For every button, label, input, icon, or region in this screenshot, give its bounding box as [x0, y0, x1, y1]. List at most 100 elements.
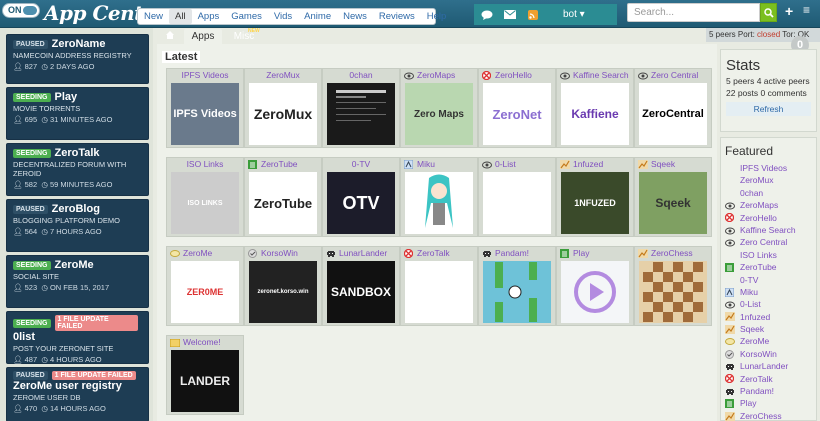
featured-item-zeromux[interactable]: ZeroMux: [725, 174, 816, 186]
app-tile-welcome-[interactable]: Welcome! LANDER: [166, 335, 244, 415]
new-badge: NEW: [248, 28, 260, 34]
featured-item-kaffine-search[interactable]: Kaffine Search: [725, 224, 816, 236]
search-button[interactable]: [760, 3, 777, 22]
featured-item-korsowin[interactable]: KorsoWin: [725, 348, 816, 360]
chart-icon: [725, 312, 735, 322]
featured-item-label: Kaffine Search: [740, 224, 796, 235]
home-tab[interactable]: [158, 29, 182, 44]
featured-item-1nfuzed[interactable]: 1nfuzed: [725, 311, 816, 323]
featured-item-zerohello[interactable]: ZeroHello: [724, 212, 816, 224]
site-description: MOVIE TORRENTS: [13, 104, 81, 113]
app-tile-play[interactable]: Play: [556, 246, 634, 326]
app-tile-ipfs-videos[interactable]: IPFS Videos IPFS Videos: [166, 68, 244, 148]
featured-item-ipfs-videos[interactable]: IPFS Videos: [725, 162, 816, 174]
on-toggle[interactable]: ON: [2, 3, 40, 18]
nav-vids[interactable]: Vids: [268, 9, 298, 24]
app-tile-1nfuzed[interactable]: 1nfuzed 1NFUZED: [556, 157, 634, 237]
app-tile-kaffine-search[interactable]: Kaffine Search Kaffiene: [556, 68, 634, 148]
nav-games[interactable]: Games: [225, 9, 268, 24]
tile-art-label: Kaffiene: [571, 107, 619, 121]
eye-icon: [638, 71, 648, 80]
featured-item-zerotalk[interactable]: ZeroTalk: [724, 373, 816, 385]
chart-icon: [560, 160, 570, 169]
refresh-button[interactable]: Refresh: [726, 102, 811, 116]
app-tile-0-tv[interactable]: 0-TV OTV: [322, 157, 400, 237]
featured-item-iso-links[interactable]: ISO Links: [725, 249, 816, 261]
tile-title-row: LunarLander: [323, 247, 399, 259]
peer-count: 487: [24, 355, 38, 364]
app-tile-0chan[interactable]: 0chan: [322, 68, 400, 148]
featured-item-0-list[interactable]: 0-List: [725, 298, 816, 310]
tile-thumbnail: ISO LINKS: [171, 172, 239, 234]
app-tile-zerome[interactable]: ZeroMe ZER0ME: [166, 246, 244, 326]
nav-help[interactable]: Help: [421, 9, 453, 24]
featured-item-0-tv[interactable]: 0-TV: [725, 274, 816, 286]
featured-item-zerochess[interactable]: ZeroChess: [725, 410, 816, 421]
sidebar-site-zerome-user-registry[interactable]: PAUSED 1 FILE UPDATE FAILED ZeroMe user re…: [6, 367, 149, 421]
featured-item-zero-central[interactable]: Zero Central: [725, 236, 816, 248]
featured-item-zerome[interactable]: ZeroMe: [725, 335, 816, 347]
app-tile-zeromux[interactable]: ZeroMux ZeroMux: [244, 68, 322, 148]
sidebar-site-zerotalk[interactable]: SEEDING ZeroTalk DECENTRALIZED FORUM WITH …: [6, 143, 149, 196]
app-tile-pandam-[interactable]: Pandam!: [478, 246, 556, 326]
sidebar-site-0list[interactable]: SEEDING 1 FILE UPDATE FAILED 0list POST YOU…: [6, 311, 149, 364]
featured-item-label: 0-TV: [740, 274, 759, 285]
menu-icon[interactable]: ≡: [803, 3, 810, 17]
nav-reviews[interactable]: Reviews: [373, 9, 421, 24]
app-tile-0-list[interactable]: 0-List ZERO LIST: [478, 157, 556, 237]
add-icon[interactable]: +: [785, 3, 793, 19]
featured-item-label: ZeroHello: [740, 212, 777, 223]
nav-apps[interactable]: Apps: [192, 9, 226, 24]
search-input[interactable]: Search...: [627, 3, 760, 22]
app-tile-sqeek[interactable]: Sqeek Sqeek: [634, 157, 712, 237]
nav-news[interactable]: News: [337, 9, 373, 24]
app-tile-zerotalk[interactable]: ZeroTalk ZER0 TALK: [400, 246, 478, 326]
app-tile-korsowin[interactable]: KorsoWin zeronet.korso.win: [244, 246, 322, 326]
featured-item-zerotube[interactable]: ZeroTube: [725, 261, 816, 273]
site-meta: 👤︎ 487 ◷ 4 HOURS AGO: [13, 355, 142, 364]
featured-item-play[interactable]: Play: [725, 397, 816, 409]
mail-icon[interactable]: [503, 9, 516, 20]
rss-icon[interactable]: [526, 9, 539, 20]
tile-title-row: 0-List: [479, 158, 555, 170]
tile-title: Miku: [417, 159, 435, 169]
nav-all[interactable]: All: [169, 9, 192, 24]
sidebar-site-zeroname[interactable]: PAUSED ZeroName NAMECOIN ADDRESS REGISTRY 👤…: [6, 34, 149, 84]
status-badge: PAUSED: [13, 371, 48, 380]
list-icon: [560, 249, 569, 258]
user-menu[interactable]: bot ▾: [563, 9, 585, 20]
app-tile-zeromaps[interactable]: ZeroMaps Zero Maps: [400, 68, 478, 148]
featured-item-sqeek[interactable]: Sqeek: [725, 323, 816, 335]
featured-item-zeromaps[interactable]: ZeroMaps: [725, 199, 816, 211]
app-tile-zerotube[interactable]: ZeroTube ZeroTube: [244, 157, 322, 237]
search-icon: [763, 7, 774, 18]
featured-item-miku[interactable]: Miku: [724, 286, 816, 298]
app-tile-zerohello[interactable]: ZeroHello ZeroNet: [478, 68, 556, 148]
app-tile-iso-links[interactable]: ISO Links ISO LINKS: [166, 157, 244, 237]
tile-thumbnail: [405, 172, 473, 234]
tile-title: ZeroTalk: [417, 248, 450, 258]
featured-item-pandam-[interactable]: Pandam!: [725, 385, 816, 397]
sidebar-site-zeroblog[interactable]: PAUSED ZeroBlog BLOGGING PLATFORM DEMO 👤︎ 5…: [6, 199, 149, 252]
tile-thumbnail: Zero Maps: [405, 83, 473, 145]
chat-icon[interactable]: [480, 9, 493, 20]
app-tile-zero-central[interactable]: Zero Central ZeroCentral: [634, 68, 712, 148]
nav-new[interactable]: New: [138, 9, 169, 24]
app-tile-lunarlander[interactable]: LunarLander SANDBOX: [322, 246, 400, 326]
app-tile-zerochess[interactable]: ZeroChess: [634, 246, 712, 326]
featured-item-lunarlander[interactable]: LunarLander: [725, 360, 816, 372]
tab-apps[interactable]: Apps: [184, 29, 222, 44]
nav-anime[interactable]: Anime: [298, 9, 337, 24]
category-nav: New All Apps Games Vids Anime News Reviews Help: [137, 8, 446, 25]
tile-title: ZeroHello: [495, 70, 532, 80]
eye-icon: [725, 300, 735, 309]
sidebar-site-zerome[interactable]: SEEDING ZeroMe SOCIAL SITE 👤︎ 523 ◷ ON FEB …: [6, 255, 149, 308]
invader-icon: [326, 249, 335, 257]
featured-item-label: IPFS Videos: [740, 163, 788, 173]
tile-title: IPFS Videos: [181, 70, 229, 80]
app-tile-miku[interactable]: Miku: [400, 157, 478, 237]
featured-item-0chan[interactable]: 0chan: [725, 187, 816, 199]
sidebar-site-play[interactable]: SEEDING Play MOVIE TORRENTS 👤︎ 695 ◷ 31 MIN…: [6, 87, 149, 140]
tile-art-label: ZERO LIST: [496, 198, 538, 208]
blank-icon: [725, 275, 735, 284]
